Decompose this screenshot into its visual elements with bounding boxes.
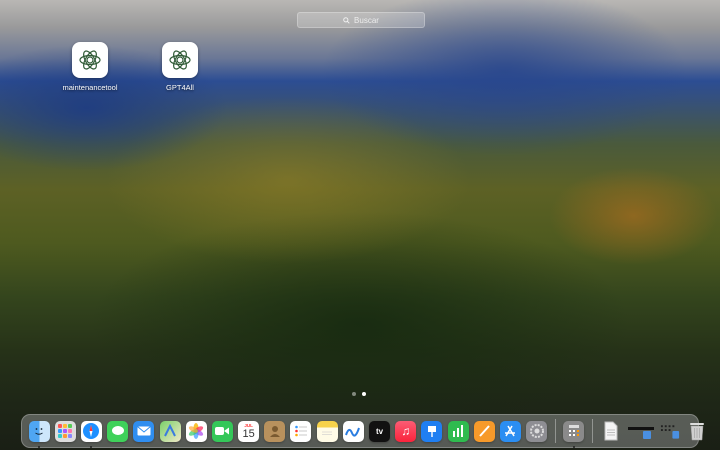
calendar-day: 15 bbox=[242, 427, 255, 440]
system-settings-icon[interactable] bbox=[526, 420, 548, 442]
app-label: maintenancetool bbox=[62, 83, 118, 92]
search-field[interactable]: Buscar bbox=[297, 12, 425, 28]
freeform-icon[interactable] bbox=[342, 420, 364, 442]
photos-icon[interactable] bbox=[185, 420, 207, 442]
pages-icon[interactable] bbox=[473, 420, 495, 442]
numbers-icon[interactable] bbox=[447, 420, 469, 442]
app-store-icon[interactable] bbox=[499, 420, 521, 442]
search-placeholder: Buscar bbox=[354, 15, 379, 25]
app-maintenancetool[interactable]: maintenancetool bbox=[55, 42, 125, 92]
folder-icon[interactable] bbox=[627, 421, 655, 442]
gpt4all-logo-icon bbox=[72, 42, 108, 78]
dock-separator bbox=[591, 419, 593, 443]
dock: JUL 15 tv ♫ bbox=[21, 414, 704, 448]
document-icon[interactable] bbox=[601, 421, 622, 442]
app-label: GPT4All bbox=[166, 83, 194, 92]
running-indicator bbox=[572, 445, 575, 448]
facetime-icon[interactable] bbox=[211, 420, 233, 442]
mail-icon[interactable] bbox=[133, 420, 155, 442]
running-indicator bbox=[38, 445, 41, 448]
trash-icon[interactable] bbox=[686, 421, 707, 442]
calendar-icon[interactable]: JUL 15 bbox=[238, 420, 260, 442]
notes-icon[interactable] bbox=[316, 420, 338, 442]
gpt4all-logo-icon bbox=[162, 42, 198, 78]
messages-icon[interactable] bbox=[107, 420, 129, 442]
music-icon[interactable]: ♫ bbox=[395, 420, 417, 442]
keynote-icon[interactable] bbox=[421, 420, 443, 442]
launchpad-icon[interactable] bbox=[54, 420, 76, 442]
contacts-icon[interactable] bbox=[264, 420, 286, 442]
reminders-icon[interactable] bbox=[290, 420, 312, 442]
calculator-icon[interactable] bbox=[563, 420, 585, 448]
maps-icon[interactable] bbox=[159, 420, 181, 442]
apple-tv-icon[interactable]: tv bbox=[369, 420, 391, 442]
app-gpt4all[interactable]: GPT4All bbox=[145, 42, 215, 92]
tv-label: tv bbox=[375, 426, 384, 436]
folder-icon[interactable] bbox=[660, 421, 681, 442]
running-indicator bbox=[90, 445, 93, 448]
search-icon bbox=[343, 16, 350, 24]
page-dot-2[interactable] bbox=[362, 392, 366, 396]
dock-separator bbox=[554, 419, 556, 443]
safari-icon[interactable] bbox=[80, 420, 102, 448]
page-indicator bbox=[352, 392, 366, 396]
page-dot-1[interactable] bbox=[352, 392, 356, 396]
finder-icon[interactable] bbox=[28, 420, 50, 448]
